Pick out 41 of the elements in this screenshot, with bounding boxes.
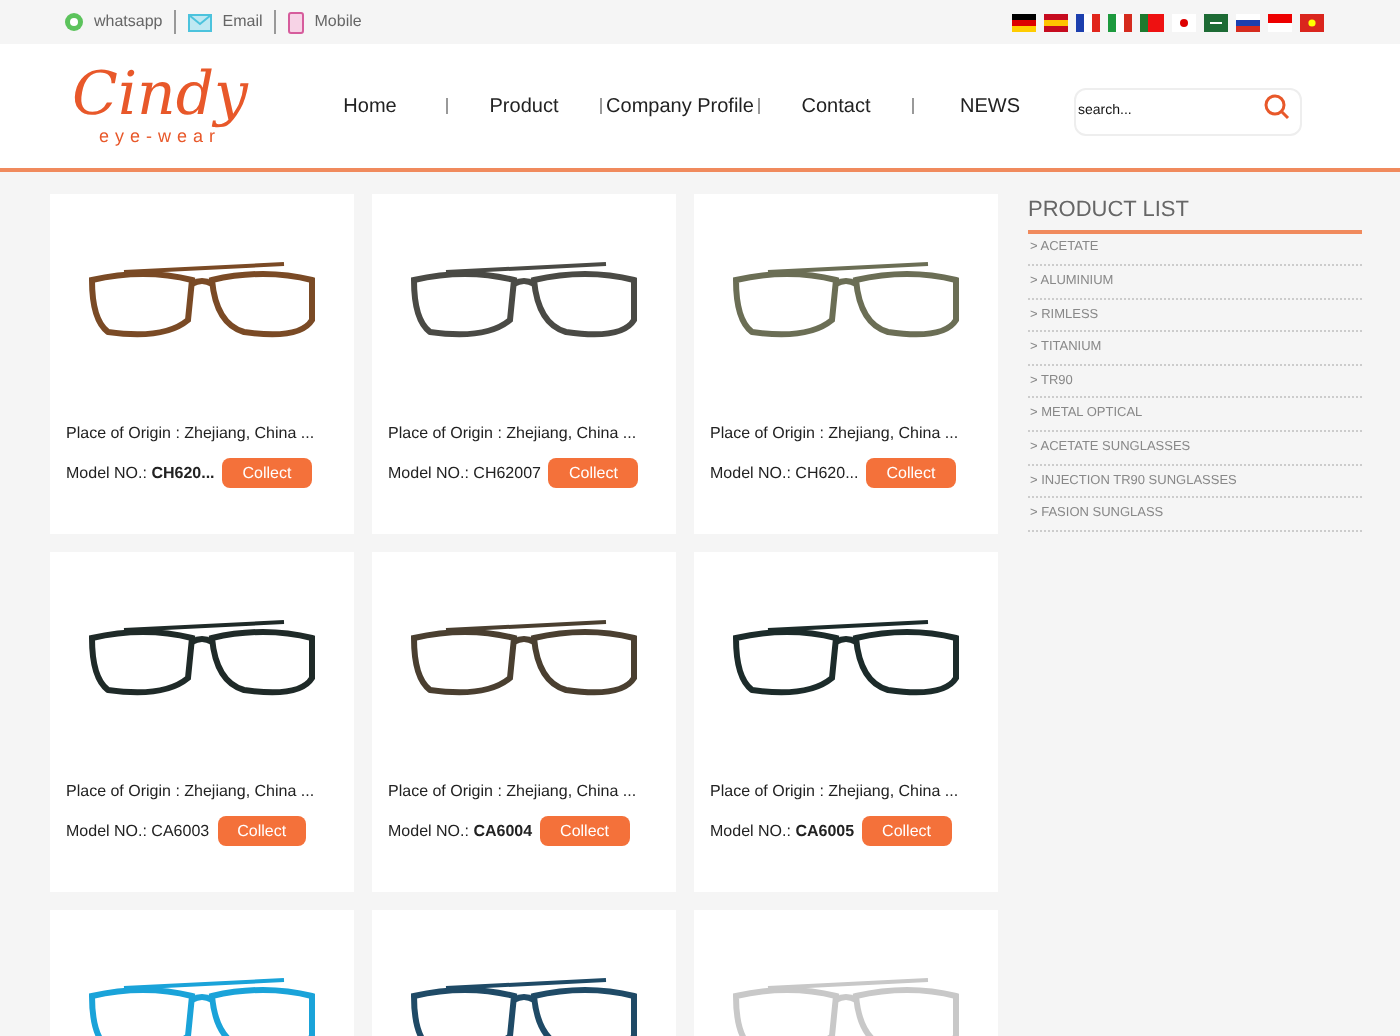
- product-card[interactable]: Place of Origin : Zhejiang, China ... Model NO.: CH620... Collect: [694, 194, 998, 534]
- nav-link[interactable]: Contact: [760, 91, 912, 121]
- nav-link[interactable]: NEWS: [914, 91, 1066, 121]
- nav-link[interactable]: Home: [294, 91, 446, 121]
- flag-icon[interactable]: [1012, 13, 1036, 31]
- email-link[interactable]: Email: [222, 10, 263, 34]
- model-number: Model NO.: CA6003: [66, 819, 210, 843]
- nav-link[interactable]: Company Profile: [602, 91, 758, 121]
- search-icon[interactable]: [1264, 93, 1290, 119]
- model-number: Model NO.: CA6004: [388, 819, 533, 843]
- product-card[interactable]: Place of Origin : Zhejiang, China ... Model NO.: CH62007 Collect: [372, 194, 676, 534]
- product-card[interactable]: Place of Origin : Zhejiang, China ... Model NO.: CA6004 Collect: [372, 552, 676, 892]
- flag-icon[interactable]: [1204, 13, 1228, 31]
- mobile-link[interactable]: Mobile: [314, 10, 362, 34]
- origin-text: Place of Origin : Zhejiang, China ...: [710, 780, 961, 804]
- collect-button[interactable]: Collect: [548, 458, 638, 488]
- origin-text: Place of Origin : Zhejiang, China ...: [710, 422, 961, 446]
- flag-icon[interactable]: [1076, 13, 1100, 31]
- product-card[interactable]: Place of Origin : Zhejiang, China ... Model NO.: CH620... Collect: [50, 194, 354, 534]
- origin-text: Place of Origin : Zhejiang, China ...: [388, 780, 639, 804]
- envelope-icon: [188, 13, 213, 31]
- whatsapp-link[interactable]: whatsapp: [94, 10, 163, 34]
- product-card[interactable]: Place of Origin : Zhejiang, China ... Model NO.: CA6005 Collect: [694, 552, 998, 892]
- product-card[interactable]: Place of Origin : Zhejiang, China ... Model NO.: CA6003 Collect: [50, 552, 354, 892]
- origin-text: Place of Origin : Zhejiang, China ...: [66, 780, 317, 804]
- nav-link[interactable]: Product: [448, 91, 600, 121]
- sidebar-title: PRODUCT LIST: [1028, 194, 1362, 233]
- phone-icon: [288, 11, 305, 33]
- collect-button[interactable]: Collect: [222, 458, 312, 488]
- collect-button[interactable]: Collect: [540, 816, 629, 846]
- collect-button[interactable]: Collect: [217, 816, 307, 846]
- logo[interactable]: Cindy eye-wear: [50, 66, 270, 146]
- flag-icon[interactable]: [1236, 13, 1260, 31]
- collect-button[interactable]: Collect: [862, 816, 951, 846]
- model-number: Model NO.: CH62007: [388, 461, 541, 485]
- collect-button[interactable]: Collect: [866, 458, 956, 488]
- origin-text: Place of Origin : Zhejiang, China ...: [388, 422, 639, 446]
- model-number: Model NO.: CH620...: [66, 461, 215, 485]
- model-number: Model NO.: CA6005: [710, 819, 855, 843]
- model-number: Model NO.: CH620...: [710, 461, 859, 485]
- origin-text: Place of Origin : Zhejiang, China ...: [66, 422, 317, 446]
